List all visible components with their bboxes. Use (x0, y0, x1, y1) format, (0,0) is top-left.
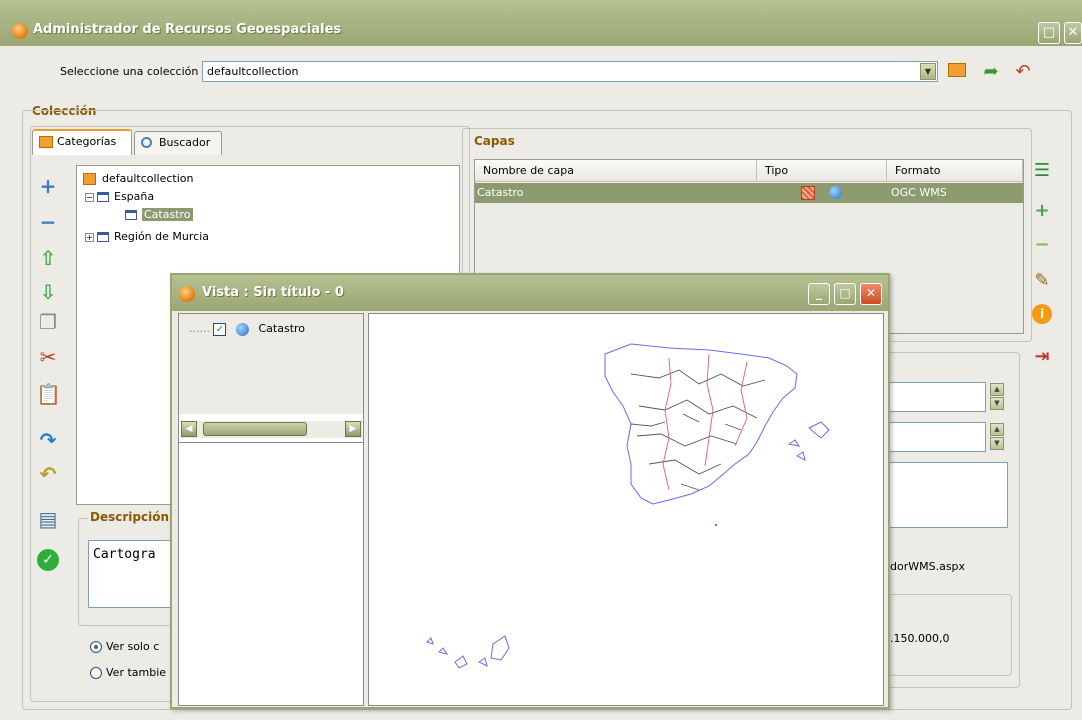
close-button[interactable]: ✕ (1064, 22, 1082, 44)
collection-combo-value: defaultcollection (207, 65, 299, 78)
spinner[interactable]: ▲ ▼ (990, 423, 1004, 451)
radio-icon (90, 667, 102, 679)
table-row[interactable]: Catastro OGC WMS (475, 183, 1023, 203)
app-icon (179, 286, 195, 302)
move-up-icon[interactable]: ⇧ (36, 246, 60, 270)
col-header-tipo[interactable]: Tipo (757, 160, 887, 182)
table-of-contents: ...... ✓ Catastro ◀ ▶ (178, 313, 364, 706)
col-header-nombre[interactable]: Nombre de capa (475, 160, 757, 182)
app-icon (12, 23, 28, 39)
tree-node-espana[interactable]: − España (85, 190, 154, 203)
open-folder-icon[interactable] (946, 62, 968, 82)
cell-layer-name: Catastro (477, 186, 524, 199)
toc-horizontal-scrollbar[interactable]: ◀ ▶ (181, 421, 363, 438)
radio-icon (90, 641, 102, 653)
tree-node-root[interactable]: defaultcollection (83, 172, 193, 185)
edit-icon[interactable]: ✎ (1030, 270, 1054, 292)
tab-label: Buscador (159, 136, 211, 149)
layer-icon (97, 192, 109, 202)
vista-title: Vista : Sin título - 0 (202, 285, 344, 300)
scroll-left-icon[interactable]: ◀ (181, 421, 197, 437)
maximize-button[interactable]: □ (1038, 22, 1060, 44)
service-url-text: dorWMS.aspx (890, 560, 966, 573)
minimize-button[interactable]: _ (808, 283, 830, 305)
back-icon[interactable]: ↶ (36, 462, 60, 486)
radio-ver-tambien[interactable]: Ver tambie (90, 666, 166, 679)
add-icon[interactable]: + (36, 174, 60, 198)
tree-node-catastro[interactable]: Catastro (125, 208, 193, 221)
chevron-down-icon[interactable]: ▼ (920, 63, 936, 80)
add-layer-icon[interactable]: + (1030, 200, 1054, 222)
toc-layers: ...... ✓ Catastro (179, 314, 363, 414)
collapse-icon[interactable]: − (85, 192, 94, 202)
vista-window: Vista : Sin título - 0 _ □ ✕ ...... ✓ Ca… (170, 273, 890, 709)
close-button[interactable]: ✕ (860, 283, 882, 305)
toc-divider (179, 442, 363, 443)
scroll-right-icon[interactable]: ▶ (345, 421, 361, 437)
maximize-button[interactable]: □ (834, 283, 856, 305)
vista-titlebar[interactable]: Vista : Sin título - 0 _ □ ✕ (172, 275, 888, 311)
detail-field-2[interactable] (880, 422, 986, 452)
collection-select-label: Seleccione una colección (60, 65, 199, 78)
folder-icon (83, 173, 96, 185)
layer-icon (97, 232, 109, 242)
description-text: Cartogra (93, 547, 156, 562)
copy-icon[interactable]: ❐ (36, 310, 60, 334)
toc-layer-catastro[interactable]: ...... ✓ Catastro (189, 322, 305, 336)
remove-icon[interactable]: − (36, 210, 60, 234)
forward-icon[interactable]: ↷ (36, 428, 60, 452)
remove-layer-icon[interactable]: − (1030, 234, 1054, 256)
detail-textarea[interactable] (880, 462, 1008, 528)
globe-icon (829, 186, 842, 199)
globe-icon (235, 322, 249, 336)
radio-ver-solo[interactable]: Ver solo c (90, 640, 159, 653)
collection-combo[interactable]: defaultcollection ▼ (202, 61, 938, 82)
layer-icon (125, 210, 137, 220)
expand-icon[interactable]: + (85, 232, 94, 242)
tab-buscador[interactable]: Buscador (134, 131, 222, 155)
book-icon[interactable]: ▤ (36, 507, 60, 531)
undo-arrow-icon[interactable]: ↶ (1012, 62, 1034, 82)
folder-icon (39, 136, 53, 148)
exit-icon[interactable]: ⇥ (1030, 346, 1054, 368)
map-canvas[interactable] (368, 313, 884, 706)
accept-icon[interactable]: ✓ (36, 545, 60, 571)
tab-categorias[interactable]: Categorías (32, 129, 132, 155)
cut-icon[interactable]: ✂ (36, 345, 60, 369)
col-header-formato[interactable]: Formato (887, 160, 1023, 182)
description-title: Descripción (88, 510, 171, 524)
move-down-icon[interactable]: ⇩ (36, 280, 60, 304)
main-titlebar: Administrador de Recursos Geoespaciales … (0, 0, 1082, 46)
checkbox-icon[interactable]: ✓ (213, 322, 227, 336)
redo-arrow-icon[interactable]: ➦ (980, 62, 1002, 82)
spinner[interactable]: ▲ ▼ (990, 383, 1004, 411)
scroll-thumb[interactable] (203, 422, 307, 436)
layers-icon[interactable]: ☰ (1030, 160, 1054, 182)
cell-format: OGC WMS (891, 186, 947, 199)
spain-map (426, 343, 830, 669)
magnifier-icon (141, 137, 152, 148)
info-icon[interactable]: i (1030, 302, 1054, 324)
scale-text: .150.000,0 (890, 632, 950, 645)
raster-layer-icon (801, 186, 815, 200)
detail-field-1[interactable] (880, 382, 986, 412)
capas-title: Capas (474, 134, 515, 148)
paste-icon[interactable]: 📋 (36, 382, 61, 406)
tab-label: Categorías (57, 135, 117, 148)
tree-node-murcia[interactable]: + Región de Murcia (85, 230, 209, 243)
window-title: Administrador de Recursos Geoespaciales (33, 22, 342, 37)
